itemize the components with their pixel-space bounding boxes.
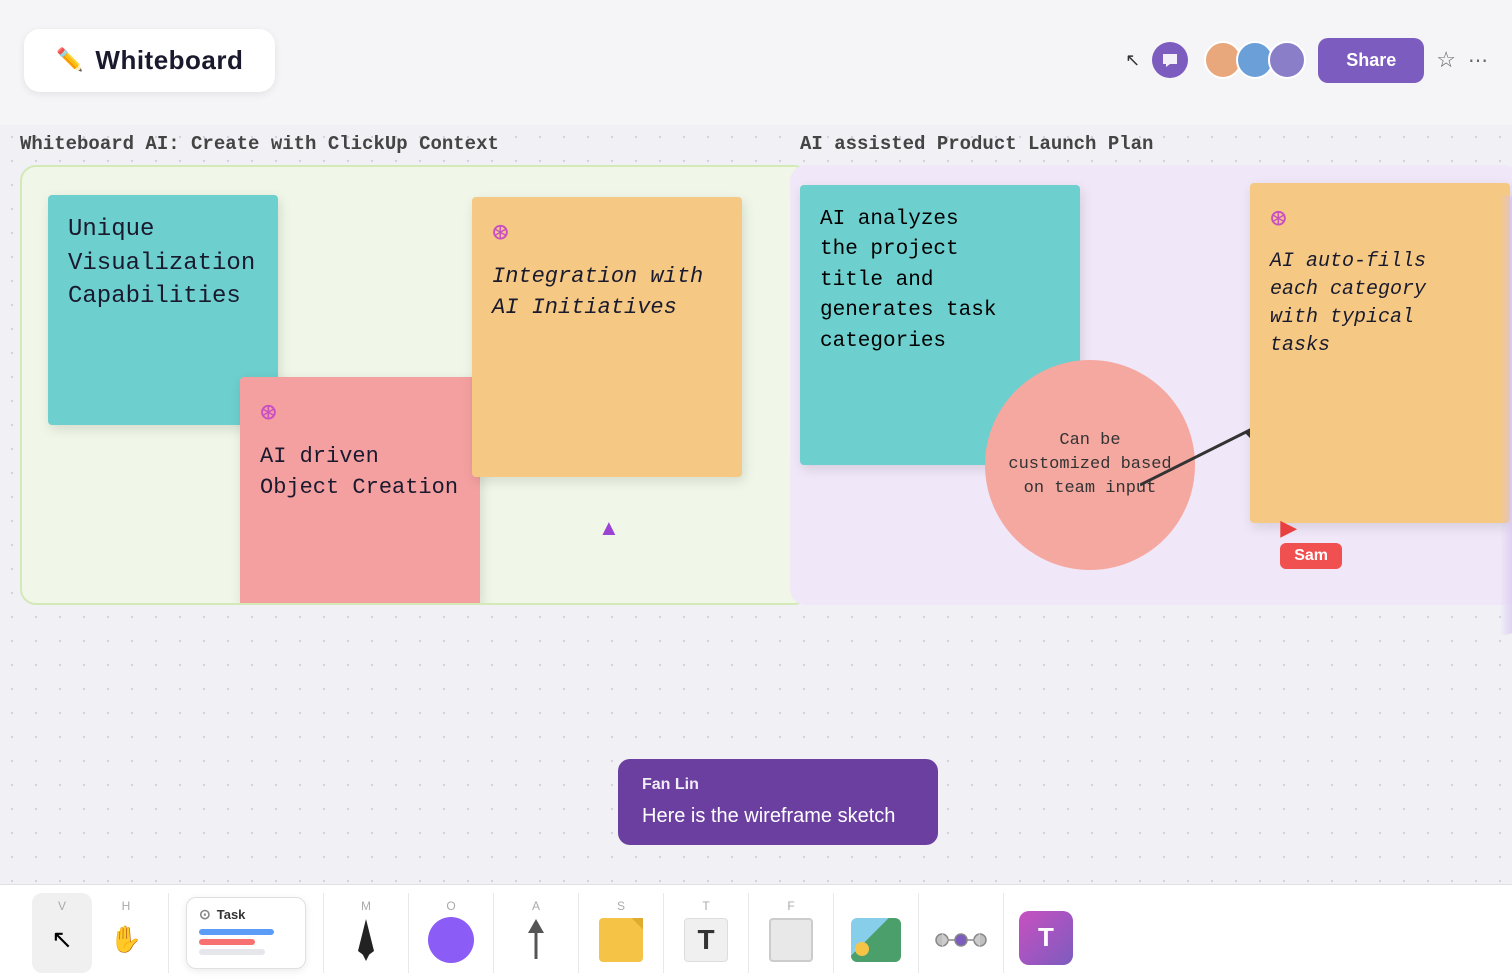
tool-key-h: H — [122, 899, 131, 913]
toolbar: V ↖ H ✋ ⊙ Task M — [0, 884, 1512, 980]
title-box: ✏️ Whiteboard — [24, 29, 275, 92]
sam-arrow-icon: ▶ — [1280, 515, 1342, 541]
sticky-note-ai-driven[interactable]: ⊛ AI drivenObject Creation — [240, 377, 480, 605]
text-tool[interactable]: T T — [676, 893, 736, 973]
tool-key-s: S — [617, 899, 625, 913]
tool-key-m: M — [361, 899, 371, 913]
tool-section-text: T T — [664, 893, 749, 973]
tool-section-image — [834, 893, 919, 973]
star-icon[interactable]: ☆ — [1436, 47, 1456, 73]
sticky-text: AI auto-fillseach categorywith typicalta… — [1270, 250, 1426, 357]
task-line-2 — [199, 939, 255, 945]
select-tool[interactable]: V ↖ — [32, 893, 92, 973]
oval-icon — [428, 917, 474, 963]
task-line-3 — [199, 949, 265, 955]
left-board: UniqueVisualizationCapabilities ⊛ AI dri… — [20, 165, 810, 605]
more-icon[interactable]: ⋯ — [1468, 48, 1488, 73]
ai-tool-icon: T — [1019, 911, 1073, 965]
sticky-note-ai-autofills[interactable]: ⊛ AI auto-fillseach categorywith typical… — [1250, 183, 1510, 523]
task-label: Task — [217, 907, 246, 922]
avatars-group — [1204, 41, 1306, 79]
tool-section-connector — [919, 893, 1004, 973]
header: ✏️ Whiteboard ↖ Share ☆ ⋯ — [0, 0, 1512, 120]
frame-tool[interactable]: F — [761, 893, 821, 973]
ai-tool[interactable]: T — [1016, 893, 1076, 973]
sam-cursor: ▶ Sam — [1280, 515, 1342, 569]
shape-tool[interactable]: O — [421, 893, 481, 973]
tool-key-a: A — [532, 899, 540, 913]
ai-icon: ⊛ — [260, 395, 460, 434]
frame-icon — [769, 918, 813, 962]
page-title: Whiteboard — [95, 45, 243, 76]
sticky-tool[interactable]: S — [591, 893, 651, 973]
left-section-label: Whiteboard AI: Create with ClickUp Conte… — [20, 133, 499, 155]
tool-section-arrow: A — [494, 893, 579, 973]
avatar — [1268, 41, 1306, 79]
tool-key-o: O — [446, 899, 455, 913]
whiteboard-icon: ✏️ — [56, 47, 83, 73]
chat-icon[interactable] — [1152, 42, 1188, 78]
hand-tool[interactable]: H ✋ — [96, 893, 156, 973]
image-tool[interactable] — [846, 893, 906, 973]
right-section-label: AI assisted Product Launch Plan — [800, 133, 1153, 155]
pen-tool[interactable]: M — [336, 893, 396, 973]
sticky-text: AI drivenObject Creation — [260, 444, 458, 500]
image-icon — [851, 918, 901, 962]
canvas[interactable]: Whiteboard AI: Create with ClickUp Conte… — [0, 125, 1512, 900]
task-tool[interactable]: ⊙ Task — [181, 893, 311, 973]
connector-tool[interactable] — [931, 893, 991, 973]
tool-section-task: ⊙ Task — [169, 893, 324, 973]
connector-icon — [934, 917, 988, 963]
tool-section-pen: M — [324, 893, 409, 973]
right-board: AI analyzesthe projecttitle andgenerates… — [790, 165, 1512, 605]
edge-hint — [1500, 195, 1512, 635]
tool-key-t: T — [702, 899, 709, 913]
tool-key-f: F — [787, 899, 794, 913]
sam-label: Sam — [1280, 543, 1342, 569]
tooltip-user: Fan Lin — [642, 773, 914, 797]
sticky-text: Integration withAI Initiatives — [492, 264, 703, 320]
header-right: ↖ Share ☆ ⋯ — [1125, 38, 1488, 83]
share-button[interactable]: Share — [1318, 38, 1424, 83]
sticky-text: UniqueVisualizationCapabilities — [68, 216, 255, 310]
arrow-tool[interactable]: A — [506, 893, 566, 973]
tooltip-box: Fan Lin Here is the wireframe sketch — [618, 759, 938, 845]
ai-icon: ⊛ — [1270, 201, 1490, 240]
tool-key-v: V — [58, 899, 66, 913]
sticky-note-integration[interactable]: ⊛ Integration withAI Initiatives — [472, 197, 742, 477]
task-card-title: ⊙ Task — [199, 906, 293, 923]
tool-section-ai: T — [1004, 893, 1088, 973]
tool-section-sticky: S — [579, 893, 664, 973]
sticky-text: AI analyzesthe projecttitle andgenerates… — [820, 208, 996, 353]
ai-icon: ⊛ — [492, 215, 722, 254]
text-icon: T — [684, 918, 728, 962]
cursor-icon: ↖ — [51, 924, 73, 955]
sticky-icon — [599, 918, 643, 962]
tooltip: Fan Lin Here is the wireframe sketch — [618, 759, 938, 845]
pen-icon — [348, 917, 384, 963]
arrow-icon — [518, 917, 554, 963]
fan-lin-cursor: ▲ — [598, 515, 620, 541]
task-line-1 — [199, 929, 274, 935]
check-icon: ⊙ — [199, 906, 211, 923]
cursor-tool-icon: ↖ — [1125, 50, 1140, 71]
tool-section-select: V ↖ H ✋ — [20, 893, 169, 973]
task-card-preview: ⊙ Task — [186, 897, 306, 969]
tool-section-frame: F — [749, 893, 834, 973]
tool-section-shape: O — [409, 893, 494, 973]
tooltip-message: Here is the wireframe sketch — [642, 801, 914, 831]
hand-icon: ✋ — [110, 924, 142, 955]
